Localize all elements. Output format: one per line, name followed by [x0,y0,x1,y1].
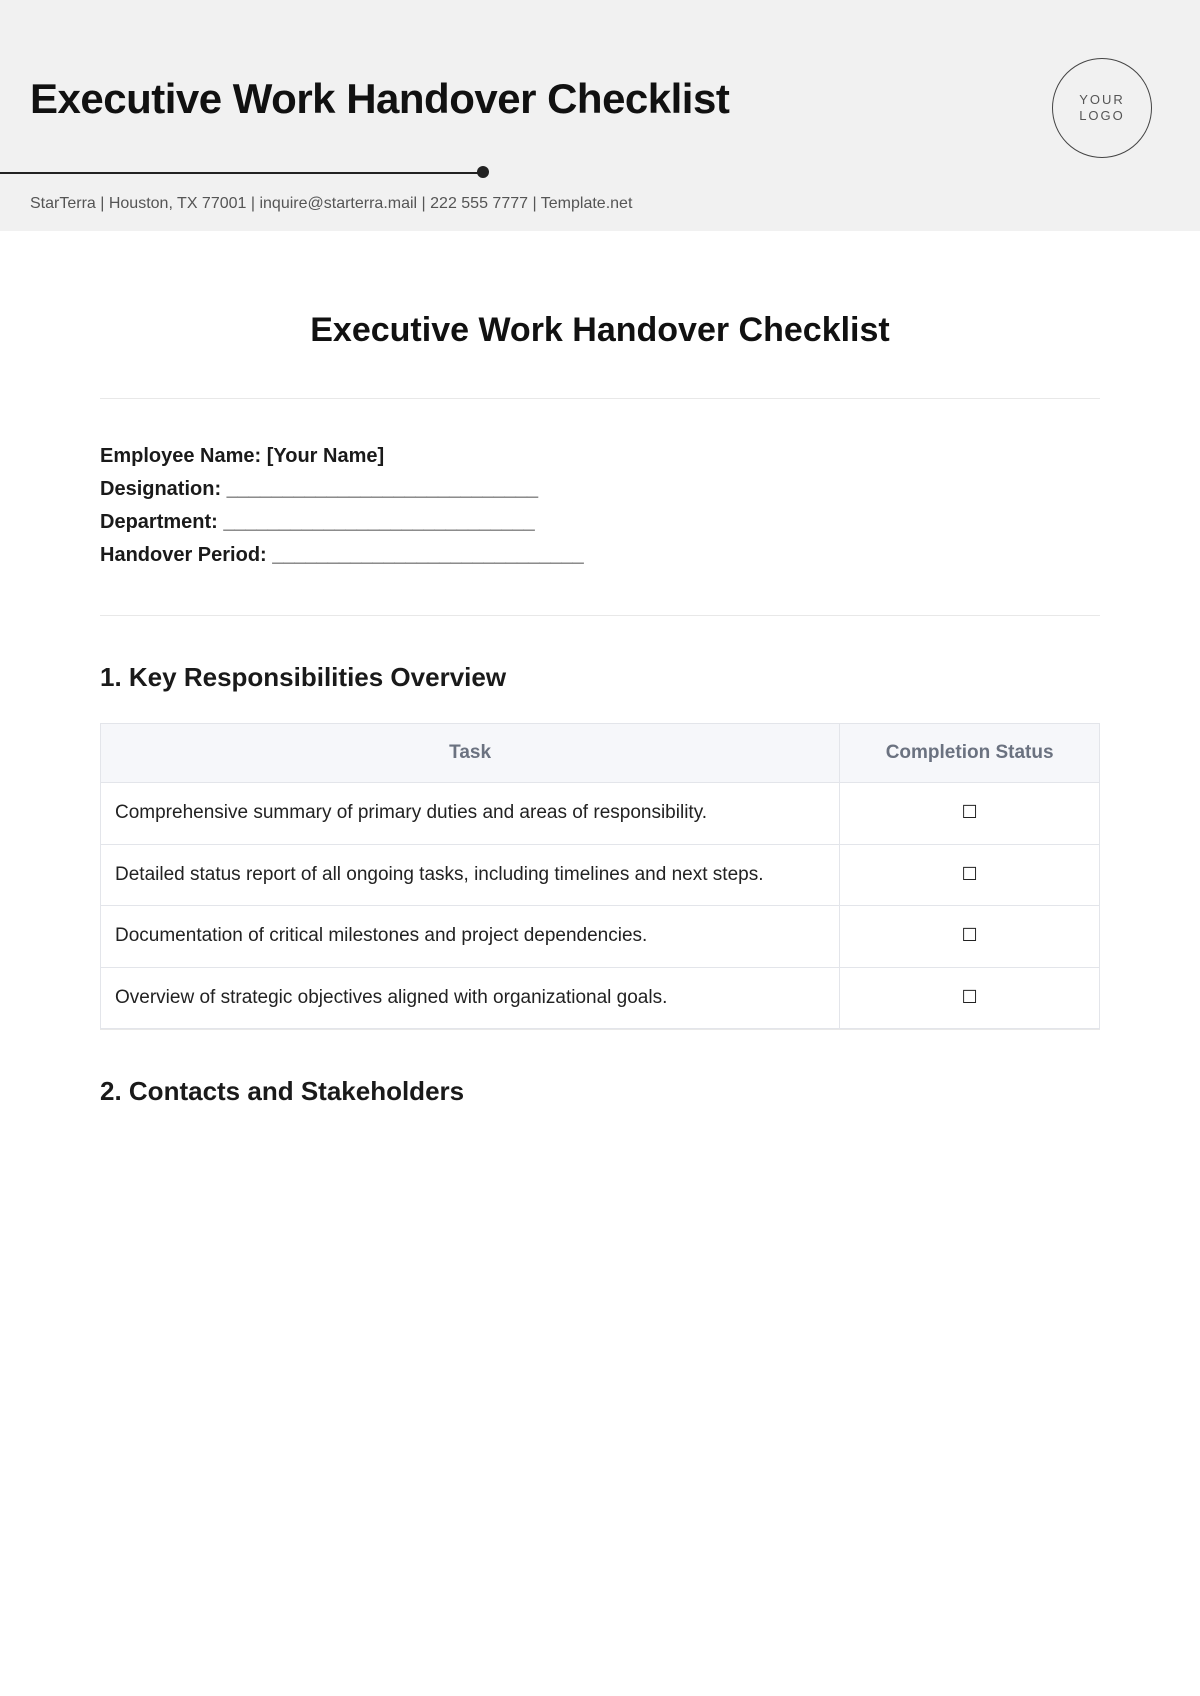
document-page: Executive Work Handover Checklist Employ… [0,231,1200,1107]
task-cell: Overview of strategic objectives aligned… [101,967,840,1029]
table-row: Documentation of critical milestones and… [101,906,1100,968]
section-2-heading: 2. Contacts and Stakeholders [100,1076,1100,1107]
table-row: Comprehensive summary of primary duties … [101,783,1100,845]
field-department: Department: ____________________________ [100,511,1100,534]
task-cell: Detailed status report of all ongoing ta… [101,844,840,906]
status-checkbox[interactable]: ☐ [840,783,1100,845]
separator [100,1029,1100,1030]
separator [100,615,1100,616]
col-status: Completion Status [840,724,1100,783]
field-employee-name: Employee Name: [Your Name] [100,445,1100,468]
header-divider [30,165,1170,179]
status-checkbox[interactable]: ☐ [840,844,1100,906]
table-row: Overview of strategic objectives aligned… [101,967,1100,1029]
task-cell: Comprehensive summary of primary duties … [101,783,840,845]
table-row: Detailed status report of all ongoing ta… [101,844,1100,906]
section-1-table: Task Completion Status Comprehensive sum… [100,723,1100,1029]
status-checkbox[interactable]: ☐ [840,906,1100,968]
logo-text-line1: YOUR [1079,92,1125,108]
field-handover-period: Handover Period: _______________________… [100,544,1100,567]
col-task: Task [101,724,840,783]
logo-text-line2: LOGO [1079,108,1125,124]
document-title: Executive Work Handover Checklist [100,311,1100,350]
task-cell: Documentation of critical milestones and… [101,906,840,968]
status-checkbox[interactable]: ☐ [840,967,1100,1029]
header-band: Executive Work Handover Checklist YOUR L… [0,0,1200,231]
field-designation: Designation: ___________________________… [100,478,1100,501]
employee-fields: Employee Name: [Your Name] Designation: … [100,399,1100,615]
section-1-heading: 1. Key Responsibilities Overview [100,662,1100,693]
divider-line [0,172,480,174]
header-meta-line: StarTerra | Houston, TX 77001 | inquire@… [30,195,1170,213]
logo-placeholder: YOUR LOGO [1052,58,1152,158]
page-header-title: Executive Work Handover Checklist [30,75,1170,123]
divider-dot [477,166,489,178]
